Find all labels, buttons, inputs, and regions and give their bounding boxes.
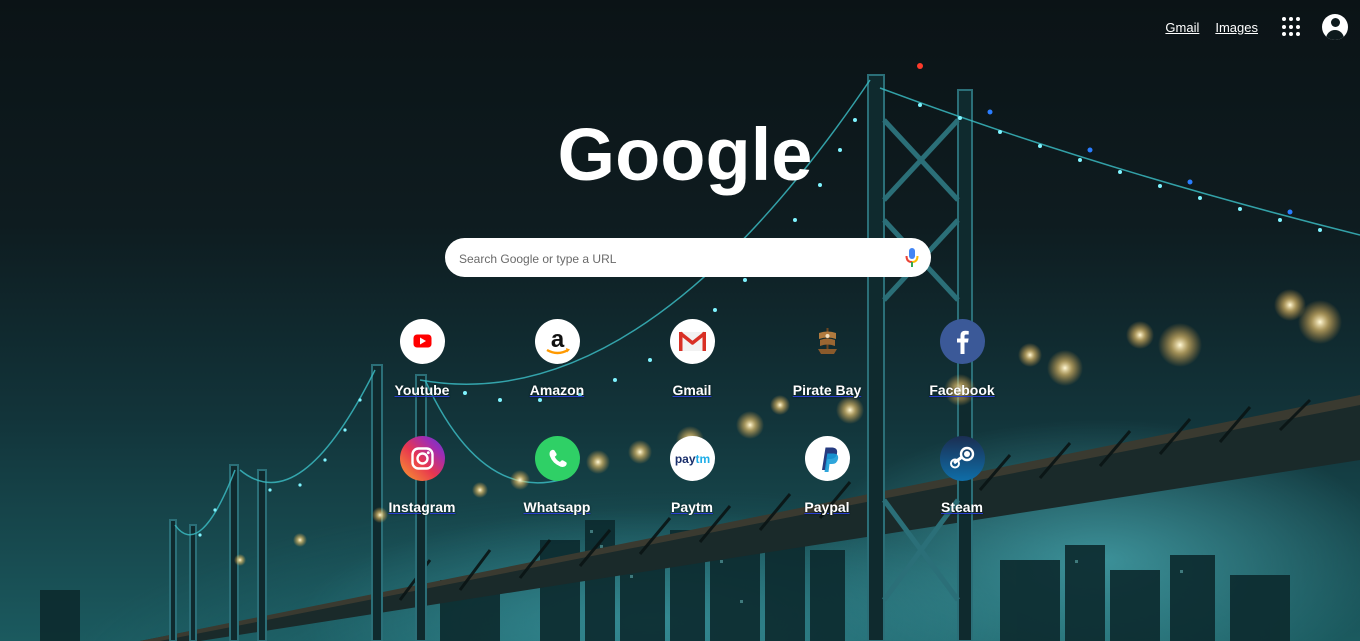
facebook-icon [939,319,985,364]
top-bar: Gmail Images [1165,14,1348,40]
pirate-ship-icon [805,319,850,364]
shortcut-label: Steam [940,499,984,515]
youtube-icon [399,319,445,364]
shortcut-label: Whatsapp [523,499,591,515]
shortcut-label: Gmail [672,382,712,398]
whatsapp-icon [534,436,580,481]
shortcut-label: Paypal [804,499,850,515]
shortcut-label: Instagram [388,499,456,515]
search-input[interactable] [457,238,891,279]
instagram-icon [399,436,445,481]
apps-grid-icon[interactable] [1282,17,1302,37]
microphone-icon[interactable] [904,247,920,269]
shortcut-label: Paytm [670,499,714,515]
shortcut-facebook[interactable]: Facebook [907,319,1017,409]
gmail-link[interactable]: Gmail [1165,20,1199,35]
shortcut-paypal[interactable]: Paypal [772,436,882,526]
paypal-icon [804,436,850,481]
steam-icon [939,436,985,481]
amazon-icon: a [534,319,580,364]
shortcut-label: Facebook [929,382,995,398]
images-link[interactable]: Images [1215,20,1258,35]
shortcut-instagram[interactable]: Instagram [367,436,477,526]
paytm-icon: paytm [669,436,715,481]
svg-text:paytm: paytm [674,452,709,466]
gmail-icon [669,319,715,364]
shortcut-amazon[interactable]: a Amazon [502,319,612,409]
shortcut-pirate-bay[interactable]: Pirate Bay [772,319,882,409]
shortcut-paytm[interactable]: paytm Paytm [637,436,747,526]
svg-text:a: a [550,326,564,353]
shortcut-whatsapp[interactable]: Whatsapp [502,436,612,526]
shortcut-label: Youtube [394,382,450,398]
shortcut-label: Amazon [529,382,585,398]
shortcut-youtube[interactable]: Youtube [367,319,477,409]
shortcut-steam[interactable]: Steam [907,436,1017,526]
google-logo: Google [557,113,813,196]
search-box[interactable] [445,238,931,279]
account-avatar-icon[interactable] [1322,14,1348,40]
shortcut-label: Pirate Bay [792,382,862,398]
shortcut-gmail[interactable]: Gmail [637,319,747,409]
